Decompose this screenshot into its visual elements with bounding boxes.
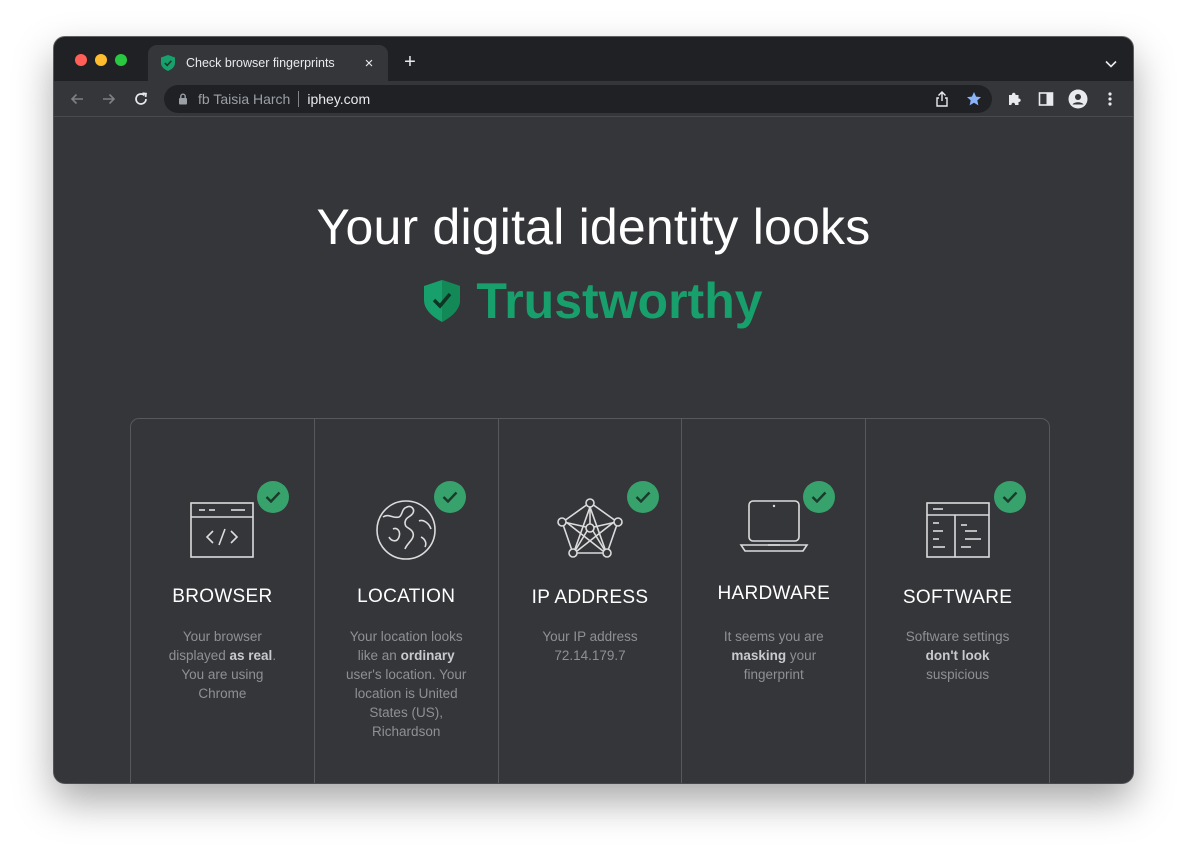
browser-window: Check browser fingerprints × + fb Taisia… [54, 37, 1133, 783]
card-description: Your IP address 72.14.179.7 [542, 629, 638, 663]
card-description: Your browser displayed as real. You are … [168, 629, 277, 701]
verdict: Trustworthy [54, 272, 1133, 330]
verdict-label: Trustworthy [476, 273, 763, 329]
card-title: BROWSER [172, 586, 273, 607]
back-arrow-icon[interactable] [66, 88, 88, 110]
minimize-window-button[interactable] [95, 54, 107, 66]
forward-arrow-icon[interactable] [98, 88, 120, 110]
bookmark-star-icon[interactable] [964, 89, 984, 109]
profile-avatar-icon[interactable] [1067, 88, 1089, 110]
tab-title: Check browser fingerprints [186, 56, 335, 70]
extensions-puzzle-icon[interactable] [1003, 88, 1025, 110]
toolbar: fb Taisia Harch iphey.com [54, 81, 1133, 117]
check-badge-icon [994, 481, 1027, 513]
card-title: IP ADDRESS [531, 587, 649, 608]
card-title: HARDWARE [717, 583, 831, 604]
tab-close-icon[interactable]: × [360, 54, 378, 72]
browser-code-icon [190, 502, 255, 558]
shield-favicon-icon [160, 55, 176, 71]
check-badge-icon [257, 481, 289, 513]
card-description: Your location looks like an ordinary use… [345, 629, 467, 739]
lock-icon[interactable] [176, 92, 190, 106]
omnibox-profile-label: fb Taisia Harch [198, 91, 291, 107]
check-badge-icon [626, 481, 659, 513]
tab-strip: Check browser fingerprints × + [54, 37, 1133, 81]
card-title: LOCATION [357, 586, 456, 607]
shield-check-icon [424, 280, 461, 322]
card-ip-address: IP ADDRESS Your IP address 72.14.179.7 [499, 419, 683, 783]
check-badge-icon [803, 481, 836, 513]
card-browser: BROWSER Your browser displayed as real. … [131, 419, 315, 783]
card-hardware: HARDWARE It seems you are masking your f… [682, 419, 867, 783]
omnibox-url[interactable]: iphey.com [307, 91, 370, 107]
zoom-window-button[interactable] [115, 54, 127, 66]
side-panel-icon[interactable] [1035, 88, 1057, 110]
headline: Your digital identity looks [316, 199, 871, 255]
card-location: LOCATION Your location looks like an ord… [315, 419, 499, 783]
card-description: It seems you are masking your fingerprin… [723, 629, 824, 682]
laptop-icon [739, 500, 809, 552]
software-window-icon [925, 502, 990, 558]
page-content: Your digital identity looks Trustworthy [54, 118, 1133, 783]
check-badge-icon [433, 481, 466, 513]
address-bar[interactable]: fb Taisia Harch iphey.com [164, 85, 992, 113]
close-window-button[interactable] [75, 54, 87, 66]
card-description: Software settings don't look suspicious [905, 629, 1010, 682]
network-icon [557, 498, 623, 558]
fingerprint-cards: BROWSER Your browser displayed as real. … [130, 418, 1050, 783]
browser-menu-icon[interactable] [1099, 88, 1121, 110]
share-icon[interactable] [932, 89, 952, 109]
globe-icon [376, 500, 436, 560]
tab-search-chevron-icon[interactable] [1105, 55, 1117, 68]
omnibox-separator [298, 91, 300, 107]
card-software: SOFTWARE Software settings don't look su… [866, 419, 1049, 783]
card-title: SOFTWARE [902, 587, 1013, 608]
new-tab-button[interactable]: + [399, 51, 421, 73]
tab-active[interactable]: Check browser fingerprints × [148, 45, 388, 81]
reload-icon[interactable] [130, 88, 152, 110]
